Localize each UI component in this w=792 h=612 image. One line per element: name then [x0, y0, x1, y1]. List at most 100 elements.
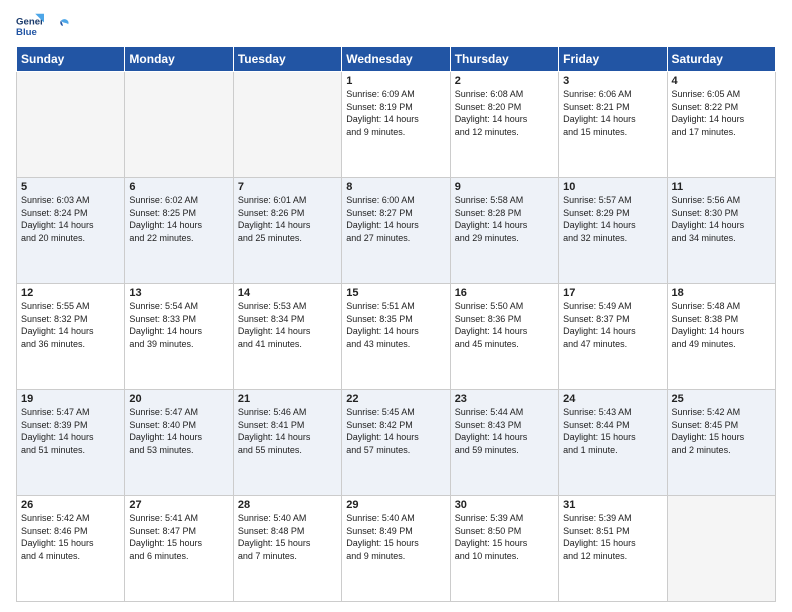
day-number: 13 [129, 287, 228, 299]
day-info: Sunrise: 5:57 AM Sunset: 8:29 PM Dayligh… [563, 194, 662, 244]
calendar-table: Sunday Monday Tuesday Wednesday Thursday… [16, 46, 776, 602]
day-info: Sunrise: 5:42 AM Sunset: 8:45 PM Dayligh… [672, 406, 771, 456]
calendar-cell [17, 72, 125, 178]
calendar-week-row: 1Sunrise: 6:09 AM Sunset: 8:19 PM Daylig… [17, 72, 776, 178]
col-thursday: Thursday [450, 47, 558, 72]
calendar-cell: 30Sunrise: 5:39 AM Sunset: 8:50 PM Dayli… [450, 496, 558, 602]
calendar-cell: 15Sunrise: 5:51 AM Sunset: 8:35 PM Dayli… [342, 284, 450, 390]
svg-text:Blue: Blue [16, 27, 37, 38]
col-tuesday: Tuesday [233, 47, 341, 72]
day-number: 23 [455, 393, 554, 405]
calendar-cell: 31Sunrise: 5:39 AM Sunset: 8:51 PM Dayli… [559, 496, 667, 602]
day-number: 20 [129, 393, 228, 405]
day-number: 25 [672, 393, 771, 405]
calendar-cell: 21Sunrise: 5:46 AM Sunset: 8:41 PM Dayli… [233, 390, 341, 496]
day-info: Sunrise: 5:45 AM Sunset: 8:42 PM Dayligh… [346, 406, 445, 456]
day-info: Sunrise: 5:42 AM Sunset: 8:46 PM Dayligh… [21, 512, 120, 562]
day-info: Sunrise: 5:53 AM Sunset: 8:34 PM Dayligh… [238, 300, 337, 350]
day-info: Sunrise: 5:44 AM Sunset: 8:43 PM Dayligh… [455, 406, 554, 456]
calendar-cell: 5Sunrise: 6:03 AM Sunset: 8:24 PM Daylig… [17, 178, 125, 284]
calendar-cell: 19Sunrise: 5:47 AM Sunset: 8:39 PM Dayli… [17, 390, 125, 496]
calendar-cell: 18Sunrise: 5:48 AM Sunset: 8:38 PM Dayli… [667, 284, 775, 390]
day-info: Sunrise: 5:46 AM Sunset: 8:41 PM Dayligh… [238, 406, 337, 456]
col-monday: Monday [125, 47, 233, 72]
calendar-week-row: 5Sunrise: 6:03 AM Sunset: 8:24 PM Daylig… [17, 178, 776, 284]
calendar-cell: 17Sunrise: 5:49 AM Sunset: 8:37 PM Dayli… [559, 284, 667, 390]
day-info: Sunrise: 5:54 AM Sunset: 8:33 PM Dayligh… [129, 300, 228, 350]
calendar-cell: 9Sunrise: 5:58 AM Sunset: 8:28 PM Daylig… [450, 178, 558, 284]
calendar-cell: 27Sunrise: 5:41 AM Sunset: 8:47 PM Dayli… [125, 496, 233, 602]
col-friday: Friday [559, 47, 667, 72]
calendar-cell: 13Sunrise: 5:54 AM Sunset: 8:33 PM Dayli… [125, 284, 233, 390]
calendar-week-row: 19Sunrise: 5:47 AM Sunset: 8:39 PM Dayli… [17, 390, 776, 496]
day-info: Sunrise: 5:51 AM Sunset: 8:35 PM Dayligh… [346, 300, 445, 350]
day-info: Sunrise: 5:58 AM Sunset: 8:28 PM Dayligh… [455, 194, 554, 244]
day-info: Sunrise: 5:49 AM Sunset: 8:37 PM Dayligh… [563, 300, 662, 350]
calendar-cell: 4Sunrise: 6:05 AM Sunset: 8:22 PM Daylig… [667, 72, 775, 178]
day-number: 16 [455, 287, 554, 299]
calendar-cell: 26Sunrise: 5:42 AM Sunset: 8:46 PM Dayli… [17, 496, 125, 602]
day-info: Sunrise: 5:39 AM Sunset: 8:51 PM Dayligh… [563, 512, 662, 562]
day-number: 8 [346, 181, 445, 193]
col-sunday: Sunday [17, 47, 125, 72]
day-info: Sunrise: 5:47 AM Sunset: 8:39 PM Dayligh… [21, 406, 120, 456]
day-number: 1 [346, 75, 445, 87]
calendar-cell: 14Sunrise: 5:53 AM Sunset: 8:34 PM Dayli… [233, 284, 341, 390]
calendar-cell: 10Sunrise: 5:57 AM Sunset: 8:29 PM Dayli… [559, 178, 667, 284]
logo-bird-icon [52, 17, 70, 35]
calendar-cell: 6Sunrise: 6:02 AM Sunset: 8:25 PM Daylig… [125, 178, 233, 284]
day-number: 15 [346, 287, 445, 299]
day-info: Sunrise: 6:08 AM Sunset: 8:20 PM Dayligh… [455, 88, 554, 138]
day-number: 22 [346, 393, 445, 405]
day-number: 6 [129, 181, 228, 193]
day-number: 2 [455, 75, 554, 87]
day-info: Sunrise: 6:05 AM Sunset: 8:22 PM Dayligh… [672, 88, 771, 138]
calendar-cell: 25Sunrise: 5:42 AM Sunset: 8:45 PM Dayli… [667, 390, 775, 496]
calendar-cell: 11Sunrise: 5:56 AM Sunset: 8:30 PM Dayli… [667, 178, 775, 284]
day-info: Sunrise: 5:39 AM Sunset: 8:50 PM Dayligh… [455, 512, 554, 562]
day-number: 12 [21, 287, 120, 299]
day-info: Sunrise: 5:50 AM Sunset: 8:36 PM Dayligh… [455, 300, 554, 350]
calendar-week-row: 12Sunrise: 5:55 AM Sunset: 8:32 PM Dayli… [17, 284, 776, 390]
day-info: Sunrise: 6:06 AM Sunset: 8:21 PM Dayligh… [563, 88, 662, 138]
day-number: 26 [21, 499, 120, 511]
calendar-header-row: Sunday Monday Tuesday Wednesday Thursday… [17, 47, 776, 72]
day-number: 14 [238, 287, 337, 299]
calendar-cell: 8Sunrise: 6:00 AM Sunset: 8:27 PM Daylig… [342, 178, 450, 284]
calendar-cell: 1Sunrise: 6:09 AM Sunset: 8:19 PM Daylig… [342, 72, 450, 178]
day-number: 3 [563, 75, 662, 87]
day-number: 29 [346, 499, 445, 511]
calendar-cell: 20Sunrise: 5:47 AM Sunset: 8:40 PM Dayli… [125, 390, 233, 496]
calendar-cell: 23Sunrise: 5:44 AM Sunset: 8:43 PM Dayli… [450, 390, 558, 496]
day-number: 18 [672, 287, 771, 299]
day-number: 4 [672, 75, 771, 87]
day-info: Sunrise: 6:09 AM Sunset: 8:19 PM Dayligh… [346, 88, 445, 138]
day-number: 10 [563, 181, 662, 193]
day-number: 5 [21, 181, 120, 193]
calendar-cell: 22Sunrise: 5:45 AM Sunset: 8:42 PM Dayli… [342, 390, 450, 496]
calendar-cell: 12Sunrise: 5:55 AM Sunset: 8:32 PM Dayli… [17, 284, 125, 390]
day-info: Sunrise: 6:01 AM Sunset: 8:26 PM Dayligh… [238, 194, 337, 244]
day-info: Sunrise: 5:41 AM Sunset: 8:47 PM Dayligh… [129, 512, 228, 562]
calendar-cell: 24Sunrise: 5:43 AM Sunset: 8:44 PM Dayli… [559, 390, 667, 496]
col-wednesday: Wednesday [342, 47, 450, 72]
day-info: Sunrise: 6:02 AM Sunset: 8:25 PM Dayligh… [129, 194, 228, 244]
day-number: 17 [563, 287, 662, 299]
calendar-week-row: 26Sunrise: 5:42 AM Sunset: 8:46 PM Dayli… [17, 496, 776, 602]
logo: General Blue [16, 12, 70, 40]
logo-icon: General Blue [16, 12, 44, 40]
day-info: Sunrise: 5:56 AM Sunset: 8:30 PM Dayligh… [672, 194, 771, 244]
calendar-cell: 3Sunrise: 6:06 AM Sunset: 8:21 PM Daylig… [559, 72, 667, 178]
day-info: Sunrise: 6:03 AM Sunset: 8:24 PM Dayligh… [21, 194, 120, 244]
page: General Blue Sunday Monday Tuesday [0, 0, 792, 612]
calendar-cell [667, 496, 775, 602]
day-number: 30 [455, 499, 554, 511]
calendar-cell: 2Sunrise: 6:08 AM Sunset: 8:20 PM Daylig… [450, 72, 558, 178]
calendar-cell: 28Sunrise: 5:40 AM Sunset: 8:48 PM Dayli… [233, 496, 341, 602]
calendar-cell: 29Sunrise: 5:40 AM Sunset: 8:49 PM Dayli… [342, 496, 450, 602]
col-saturday: Saturday [667, 47, 775, 72]
calendar-cell: 7Sunrise: 6:01 AM Sunset: 8:26 PM Daylig… [233, 178, 341, 284]
day-number: 7 [238, 181, 337, 193]
day-number: 28 [238, 499, 337, 511]
day-info: Sunrise: 5:47 AM Sunset: 8:40 PM Dayligh… [129, 406, 228, 456]
